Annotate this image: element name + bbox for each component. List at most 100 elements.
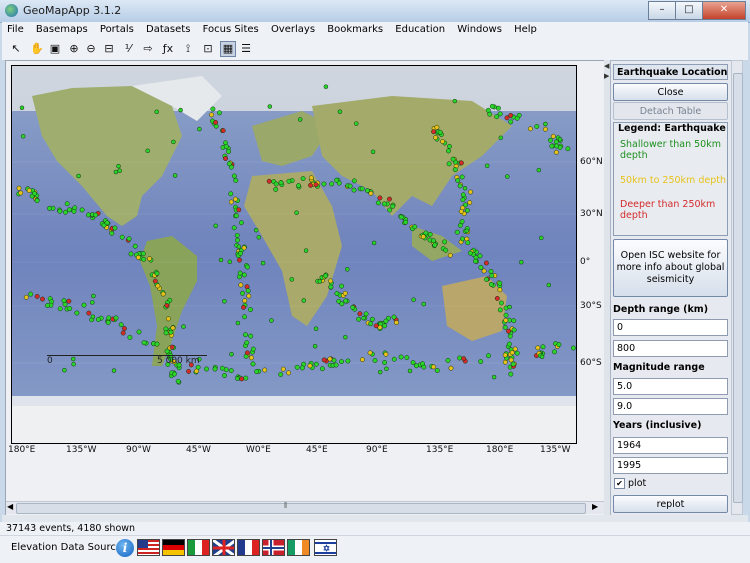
earthquake-point [113,169,119,175]
vertical-scroll-thumb[interactable] [733,73,743,503]
earthquake-point [226,161,232,167]
israel-flag-icon[interactable] [314,539,337,556]
earthquake-point [220,128,226,134]
scale-label: 5 000 km [157,356,200,366]
earthquake-point [553,149,559,155]
select-tool-icon[interactable]: ↖ [8,41,24,57]
earthquake-point [351,187,357,193]
earthquake-point [507,333,513,339]
earthquake-point [74,310,80,316]
earthquake-point [458,160,464,166]
earthquake-point [328,284,334,290]
earthquake-point [121,326,127,331]
detach-table-button[interactable]: Detach Table [613,102,728,120]
plot-checkbox-row[interactable]: ✔ plot [614,478,729,492]
year-min-input[interactable] [613,437,728,454]
close-window-button[interactable]: ✕ [702,1,746,20]
earthquake-point [486,353,491,359]
menu-education[interactable]: Education [390,22,449,35]
maximize-button[interactable]: □ [675,1,703,20]
plot-checkbox[interactable]: ✔ [614,478,625,489]
menu-bookmarks[interactable]: Bookmarks [322,22,387,35]
germany-flag-icon[interactable] [162,539,185,556]
earthquake-point [241,304,246,310]
earthquake-point [507,304,512,310]
collapse-right-icon[interactable]: ▶ [604,72,609,80]
france-flag-icon[interactable] [237,539,260,556]
earthquake-point [434,368,440,373]
menu-file[interactable]: File [2,22,28,35]
panel-vertical-scrollbar[interactable] [731,60,743,515]
map-pane: 0 5 000 km 180°E 135°W 90°W 45°W W0°E 45°E 90°… [5,60,605,517]
earthquake-point [26,188,32,193]
earthquake-point [481,268,487,274]
norway-flag-icon[interactable] [262,539,285,556]
year-max-input[interactable] [613,457,728,474]
scroll-right-icon[interactable]: ▶ [592,502,598,511]
collapse-left-icon[interactable]: ◀ [604,62,609,70]
earthquake-point [106,315,112,321]
earthquake-point [236,207,242,213]
menu-overlays[interactable]: Overlays [266,22,319,35]
earthquake-point [361,315,366,321]
menu-portals[interactable]: Portals [95,22,138,35]
earthquake-point [367,350,373,356]
pan-hand-icon[interactable]: ✋ [29,41,45,57]
depth-max-input[interactable] [613,340,728,357]
earthquake-point [373,323,379,329]
earthquake-point [218,257,224,263]
profile-tool-icon[interactable]: ⊟ [101,41,117,57]
layers-list-icon[interactable]: ☰ [238,41,254,57]
isc-website-button[interactable]: Open ISC website for more info about glo… [613,239,728,297]
replot-button[interactable]: replot [613,495,728,513]
digitize-tool-icon[interactable]: ⇨ [140,41,156,57]
scroll-left-icon[interactable]: ◀ [7,502,13,511]
magnitude-min-input[interactable] [613,378,728,395]
function-tool-icon[interactable]: ƒx [160,41,176,57]
menu-basemaps[interactable]: Basemaps [31,22,92,35]
grid-tool-icon[interactable]: ▦ [220,41,236,57]
menu-windows[interactable]: Windows [452,22,506,35]
close-panel-button[interactable]: Close [613,83,728,101]
uk-flag-icon[interactable] [212,539,235,556]
earthquake-point [497,111,503,117]
magnitude-max-input[interactable] [613,398,728,415]
horizontal-scroll-thumb[interactable] [16,503,586,514]
earthquake-point [280,366,286,372]
earthquake-point [509,350,515,356]
contour-tool-icon[interactable]: ⊡ [200,41,216,57]
earthquake-point [491,374,497,380]
earthquake-point [334,291,340,296]
measure-tool-icon[interactable]: ⅟ [120,41,136,57]
menu-focus-sites[interactable]: Focus Sites [198,22,263,35]
save-icon[interactable]: ▣ [47,41,63,57]
earthquake-point [119,234,125,240]
map-canvas[interactable]: 0 5 000 km [11,65,577,444]
ireland-flag-icon[interactable] [287,539,310,556]
italy-flag-icon[interactable] [187,539,210,556]
minimize-button[interactable]: – [648,1,676,20]
zoom-out-icon[interactable]: ⊖ [83,41,99,57]
menu-datasets[interactable]: Datasets [141,22,194,35]
us-flag-icon[interactable] [137,539,160,556]
fork-tool-icon[interactable]: ⟟ [180,41,196,57]
earthquake-point [467,250,473,256]
earthquake-point [554,143,560,149]
earthquake-point [331,357,337,363]
earthquake-point [508,357,514,363]
earthquake-point [447,252,453,258]
earthquake-point [47,205,52,211]
info-icon[interactable]: i [116,539,134,557]
earthquake-point [431,238,436,244]
earthquake-point [411,297,416,302]
earthquake-point [181,324,186,329]
menu-help[interactable]: Help [509,22,541,35]
earthquake-point [460,236,465,242]
earthquake-point [503,317,509,323]
depth-min-input[interactable] [613,319,728,336]
magnitude-range-label: Magnitude range [613,362,705,373]
map-horizontal-scrollbar[interactable]: ◀ ⦀ ▶ [6,501,604,514]
earthquake-point [154,270,160,276]
zoom-in-icon[interactable]: ⊕ [66,41,82,57]
earthquake-point [342,290,348,296]
